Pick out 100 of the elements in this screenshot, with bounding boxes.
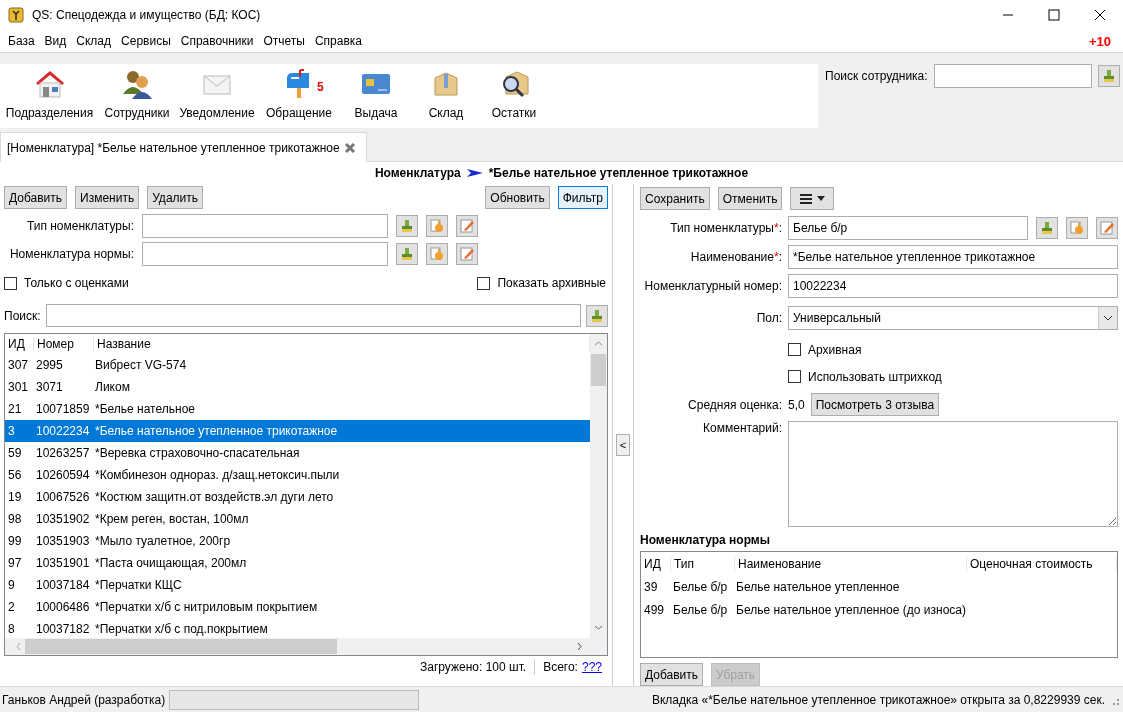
toolbar-button[interactable]: Подразделения bbox=[0, 64, 99, 128]
menu-item[interactable]: Справочники bbox=[175, 34, 259, 48]
input-field[interactable] bbox=[142, 214, 388, 238]
badge-count: 5 bbox=[317, 80, 324, 94]
column-header[interactable]: Оценочная стоимость bbox=[967, 556, 1117, 571]
search-field[interactable] bbox=[45, 304, 581, 327]
table-cell-text: Белье б/р bbox=[672, 602, 729, 617]
select-button[interactable] bbox=[1066, 216, 1088, 239]
table-cell-text: 10351901 bbox=[35, 556, 91, 570]
caret-icon bbox=[817, 196, 826, 201]
toolbar-button[interactable]: Отменить bbox=[717, 187, 783, 210]
clear-button[interactable] bbox=[1036, 216, 1058, 239]
table-cell-text: 307 bbox=[7, 358, 30, 372]
table-cell-text: 2995 bbox=[35, 358, 64, 372]
table-row[interactable]: 97 10351901 *Паста очищающая, 200мл bbox=[5, 552, 590, 574]
hand-icon bbox=[429, 246, 445, 262]
document-tab[interactable]: [Номенклатура] *Белье нательное утепленное трикотажное bbox=[0, 132, 367, 162]
column-header[interactable]: ИД bbox=[641, 556, 671, 571]
toolbar-button[interactable]: Удалить bbox=[147, 186, 203, 209]
selected-row[interactable]: 3 10022234 *Белье нательное утепленное трикотажное bbox=[5, 420, 590, 442]
collapse-button[interactable]: < bbox=[616, 434, 630, 456]
table-cell-text: *Перчатки КЩС bbox=[94, 578, 183, 592]
comment-field[interactable] bbox=[788, 421, 1118, 527]
edit-button[interactable] bbox=[456, 243, 478, 265]
toolbar-button[interactable]: Обновить bbox=[485, 186, 550, 209]
toolbar-button[interactable]: Добавить bbox=[4, 186, 68, 209]
column-header[interactable]: Номер bbox=[34, 337, 94, 351]
edit-button[interactable] bbox=[456, 215, 478, 237]
table-cell-text: 21 bbox=[7, 402, 23, 416]
select-button[interactable] bbox=[426, 215, 448, 237]
menu-item[interactable]: База bbox=[3, 34, 40, 48]
toolbar-button[interactable]: Остатки bbox=[479, 64, 549, 128]
menu-icon bbox=[799, 192, 814, 205]
checkbox[interactable] bbox=[788, 370, 801, 383]
table-row[interactable]: 499 Белье б/р Белье нательное утепленное (до износа) bbox=[641, 598, 1117, 621]
table-cell-text: 56 bbox=[7, 468, 23, 482]
clear-button[interactable] bbox=[1097, 65, 1120, 87]
field-label: Тип номенклатуры*: bbox=[669, 220, 782, 235]
menu-item[interactable]: Справка bbox=[309, 34, 368, 48]
input-field[interactable] bbox=[142, 242, 388, 266]
dropdown-field[interactable]: Универсальный bbox=[788, 306, 1118, 330]
table-row[interactable]: 2 10006486 *Перчатки х/б с нитриловым покрытием bbox=[5, 596, 590, 618]
app-icon bbox=[8, 7, 24, 23]
table-cell-text: 99 bbox=[7, 534, 23, 548]
input-field[interactable]: 10022234 bbox=[788, 273, 1118, 298]
menu-item[interactable]: Отчеты bbox=[258, 34, 310, 48]
table-cell-text: 10006486 bbox=[35, 600, 91, 614]
table-row[interactable]: 59 10263257 *Веревка страховочно-спасательная bbox=[5, 442, 590, 464]
table-row[interactable]: 98 10351902 *Крем реген, востан, 100мл bbox=[5, 508, 590, 530]
toolbar-button[interactable]: Уведомление bbox=[175, 64, 259, 128]
total-link[interactable]: ??? bbox=[581, 660, 602, 674]
clear-button[interactable] bbox=[586, 304, 608, 327]
menu-item[interactable]: Вид bbox=[39, 34, 72, 48]
toggle-button[interactable]: Фильтр bbox=[557, 186, 608, 209]
table-cell-text: Ликом bbox=[94, 380, 131, 394]
breadcrumb-link[interactable]: Номенклатура bbox=[374, 166, 461, 180]
table-row[interactable]: 56 10260594 *Комбинезон однораз. д/защ.нетоксич.пыли bbox=[5, 464, 590, 486]
column-header[interactable]: ИД bbox=[5, 337, 34, 351]
toolbar-button[interactable]: Склад bbox=[413, 64, 479, 128]
toolbar-button[interactable]: Сотрудники bbox=[99, 64, 175, 128]
column-header[interactable]: Наименование bbox=[735, 556, 967, 571]
input-field[interactable]: *Белье нательное утепленное трикотажное bbox=[788, 244, 1118, 269]
table-cell-text: 98 bbox=[7, 512, 23, 526]
pencil-icon bbox=[459, 218, 475, 234]
table-cell-text: 39 bbox=[643, 579, 659, 594]
checkbox[interactable] bbox=[477, 276, 491, 290]
table-row[interactable]: 9 10037184 *Перчатки КЩС bbox=[5, 574, 590, 596]
menu-item[interactable]: Сервисы bbox=[116, 34, 176, 48]
table-row[interactable]: 8 10037182 *Перчатки х/б с под.покрытием bbox=[5, 618, 590, 638]
table-row[interactable]: 99 10351903 *Мыло туалетное, 200гр bbox=[5, 530, 590, 552]
table-cell-text: 301 bbox=[7, 380, 30, 394]
table-cell-text: 10037182 bbox=[35, 622, 91, 636]
clear-button[interactable] bbox=[396, 215, 418, 237]
table-row[interactable]: 307 2995 Вибрест VG-574 bbox=[5, 354, 590, 376]
toolbar-button[interactable]: 5 Обращение bbox=[259, 64, 339, 128]
table-row[interactable]: 19 10067526 *Костюм защитн.от воздейств.эл дуги лето bbox=[5, 486, 590, 508]
edit-button[interactable] bbox=[1096, 216, 1118, 239]
toolbar-button[interactable]: Выдача bbox=[339, 64, 413, 128]
table-cell-text: *Перчатки х/б с нитриловым покрытием bbox=[94, 600, 319, 614]
clear-button[interactable] bbox=[396, 243, 418, 265]
checkbox[interactable] bbox=[4, 276, 17, 290]
menu-item[interactable]: Склад bbox=[71, 34, 117, 48]
table-row[interactable]: 21 10071859 *Белье нательное bbox=[5, 398, 590, 420]
select-button[interactable] bbox=[426, 243, 448, 265]
maximize-icon[interactable] bbox=[1048, 9, 1060, 21]
toolbar-button[interactable]: Изменить bbox=[75, 186, 140, 209]
table-row[interactable]: 301 3071 Ликом bbox=[5, 376, 590, 398]
reviews-button[interactable]: Посмотреть 3 отзыва bbox=[810, 393, 940, 416]
table-cell-text: 10351902 bbox=[35, 512, 91, 526]
checkbox[interactable] bbox=[788, 343, 801, 356]
column-header[interactable]: Тип bbox=[671, 556, 735, 571]
close-icon[interactable] bbox=[1094, 9, 1106, 21]
table-row[interactable]: 39 Белье б/р Белье нательное утепленное bbox=[641, 575, 1117, 598]
input-field[interactable]: Белье б/р bbox=[788, 215, 1028, 240]
toolbar-button[interactable]: Сохранить bbox=[640, 187, 710, 210]
window-title: QS: Спецодежда и имущество (БД: КОС) bbox=[32, 8, 262, 22]
search-field[interactable] bbox=[933, 64, 1092, 88]
view-menu-button[interactable] bbox=[790, 187, 835, 210]
toolbar-button[interactable]: Добавить bbox=[640, 663, 704, 686]
brush-icon bbox=[589, 307, 605, 324]
